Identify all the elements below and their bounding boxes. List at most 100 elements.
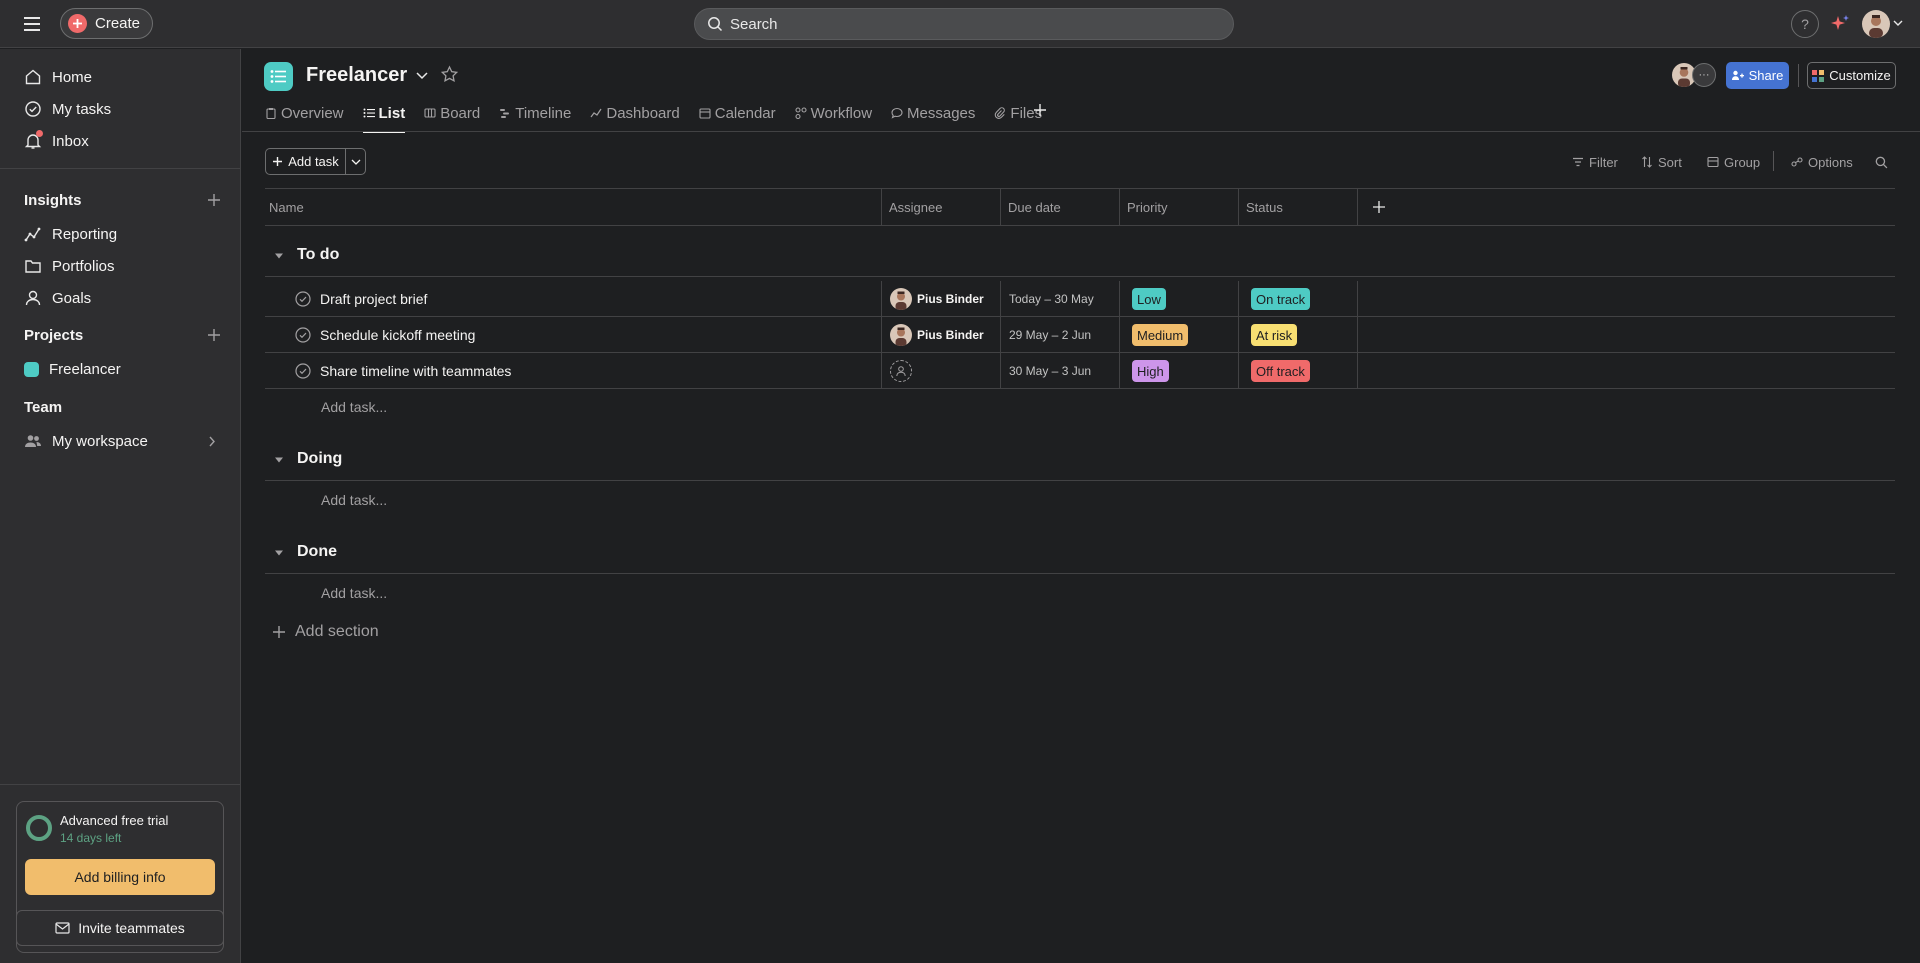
- sidebar-item-reporting[interactable]: Reporting: [12, 219, 228, 249]
- sparkle-ai-icon[interactable]: [1828, 12, 1852, 36]
- add-task-button[interactable]: Add task: [265, 148, 345, 175]
- person-icon: [24, 289, 42, 307]
- caret-down-icon[interactable]: [273, 455, 285, 465]
- sidebar-item-my-workspace[interactable]: My workspace: [12, 426, 228, 456]
- assignee-avatar: [890, 288, 912, 310]
- add-task-link[interactable]: Add task...: [321, 492, 387, 508]
- options-label: Options: [1808, 154, 1853, 170]
- chevron-down-icon[interactable]: [1893, 19, 1903, 27]
- table-header: Name Assignee Due date Priority Status: [265, 188, 1895, 226]
- cell-divider: [881, 317, 882, 352]
- filter-button[interactable]: Filter: [1572, 152, 1618, 172]
- tab-label: Dashboard: [606, 104, 680, 122]
- column-divider: [1357, 189, 1358, 226]
- tab-board[interactable]: Board: [424, 100, 480, 132]
- search-tasks-button[interactable]: [1875, 152, 1888, 172]
- priority-badge[interactable]: High: [1132, 360, 1169, 382]
- table-row[interactable]: Share timeline with teammates 30 May – 3…: [265, 353, 1895, 389]
- status-badge[interactable]: Off track: [1251, 360, 1310, 382]
- caret-down-icon[interactable]: [273, 251, 285, 261]
- add-task-link[interactable]: Add task...: [321, 399, 387, 415]
- plus-icon: [273, 157, 283, 166]
- table-row[interactable]: Draft project brief Pius Binder Today – …: [265, 281, 1895, 317]
- task-name[interactable]: Draft project brief: [320, 291, 427, 307]
- section-title[interactable]: Doing: [297, 450, 342, 468]
- assignee-cell[interactable]: [890, 360, 912, 382]
- folder-icon: [24, 257, 42, 275]
- column-header-priority[interactable]: Priority: [1123, 189, 1167, 226]
- add-task-dropdown[interactable]: [345, 148, 366, 175]
- column-header-name[interactable]: Name: [265, 189, 304, 226]
- sidebar-item-portfolios[interactable]: Portfolios: [12, 251, 228, 281]
- sidebar-item-my-tasks[interactable]: My tasks: [12, 94, 228, 124]
- add-project-plus-icon[interactable]: [206, 327, 222, 343]
- caret-down-icon[interactable]: [273, 548, 285, 558]
- section-title[interactable]: To do: [297, 246, 339, 264]
- add-column-plus-icon[interactable]: [1372, 200, 1386, 214]
- add-billing-info-button[interactable]: Add billing info: [25, 859, 215, 895]
- star-icon[interactable]: [440, 65, 459, 84]
- due-date[interactable]: 30 May – 3 Jun: [1009, 364, 1091, 378]
- complete-check-icon[interactable]: [295, 363, 311, 379]
- group-button[interactable]: Group: [1707, 152, 1760, 172]
- chevron-down-icon[interactable]: [414, 69, 430, 83]
- add-section-button[interactable]: Add section: [272, 623, 379, 641]
- tab-overview[interactable]: Overview: [265, 100, 344, 132]
- add-tab-plus-icon[interactable]: [1032, 102, 1048, 118]
- share-label: Share: [1748, 68, 1784, 83]
- create-button[interactable]: Create: [60, 8, 154, 39]
- tab-timeline[interactable]: Timeline: [499, 100, 571, 132]
- tab-dashboard[interactable]: Dashboard: [590, 100, 680, 132]
- cell-divider: [1357, 353, 1358, 388]
- hamburger-menu-icon[interactable]: [22, 14, 44, 34]
- message-icon: [891, 107, 903, 119]
- table-row[interactable]: Schedule kickoff meeting Pius Binder 29 …: [265, 317, 1895, 353]
- project-color-chip: [24, 361, 39, 377]
- help-button[interactable]: ?: [1791, 10, 1819, 38]
- complete-check-icon[interactable]: [295, 291, 311, 307]
- clipboard-icon: [266, 108, 276, 119]
- sidebar-item-goals[interactable]: Goals: [12, 283, 228, 313]
- chart-line-icon: [24, 225, 42, 243]
- task-name[interactable]: Schedule kickoff meeting: [320, 327, 475, 343]
- home-icon: [24, 68, 42, 86]
- customize-button[interactable]: Customize: [1807, 62, 1896, 89]
- tab-list[interactable]: List: [362, 100, 405, 133]
- sidebar-item-label: Goals: [52, 289, 92, 307]
- assignee-cell[interactable]: Pius Binder: [890, 288, 984, 310]
- share-button[interactable]: Share: [1726, 62, 1789, 89]
- sort-button[interactable]: Sort: [1641, 152, 1682, 172]
- sidebar-item-inbox[interactable]: Inbox: [12, 126, 228, 156]
- complete-check-icon[interactable]: [295, 327, 311, 343]
- sidebar-item-freelancer[interactable]: Freelancer: [12, 354, 228, 384]
- user-avatar[interactable]: [1862, 10, 1890, 38]
- people-icon: [24, 432, 42, 450]
- sidebar-item-home[interactable]: Home: [12, 62, 228, 92]
- column-header-due-date[interactable]: Due date: [1004, 189, 1061, 226]
- column-header-assignee[interactable]: Assignee: [885, 189, 942, 226]
- priority-badge[interactable]: Low: [1132, 288, 1166, 310]
- invite-teammates-button[interactable]: Invite teammates: [16, 910, 224, 946]
- tab-calendar[interactable]: Calendar: [699, 100, 776, 132]
- column-header-status[interactable]: Status: [1242, 189, 1283, 226]
- sort-label: Sort: [1658, 154, 1682, 170]
- priority-badge[interactable]: Medium: [1132, 324, 1189, 346]
- tab-workflow[interactable]: Workflow: [795, 100, 872, 132]
- task-name[interactable]: Share timeline with teammates: [320, 363, 511, 379]
- options-button[interactable]: Options: [1791, 152, 1853, 172]
- assignee-cell[interactable]: Pius Binder: [890, 324, 984, 346]
- search-input[interactable]: Search: [694, 8, 1234, 40]
- status-badge[interactable]: On track: [1251, 288, 1311, 310]
- due-date[interactable]: Today – 30 May: [1009, 292, 1094, 306]
- create-label: Create: [95, 15, 141, 32]
- sidebar-item-label: My tasks: [52, 100, 112, 118]
- sidebar-item-label: Inbox: [52, 132, 89, 150]
- status-badge[interactable]: At risk: [1251, 324, 1298, 346]
- add-task-link[interactable]: Add task...: [321, 585, 387, 601]
- more-members-button[interactable]: ···: [1692, 63, 1716, 87]
- filter-icon: [1573, 157, 1583, 167]
- due-date[interactable]: 29 May – 2 Jun: [1009, 328, 1091, 342]
- section-title[interactable]: Done: [297, 543, 337, 561]
- add-insight-plus-icon[interactable]: [206, 192, 222, 208]
- tab-messages[interactable]: Messages: [891, 100, 975, 132]
